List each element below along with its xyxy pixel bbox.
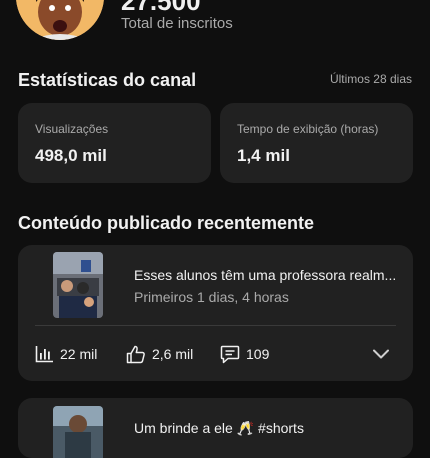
comments-metric: 109 [220, 343, 269, 365]
recent-content-title: Conteúdo publicado recentemente [18, 213, 315, 233]
subscriber-label: Total de inscritos [121, 15, 233, 32]
video-card[interactable]: Esses alunos têm uma professora realm...… [18, 245, 413, 381]
comments-count: 109 [246, 346, 270, 362]
views-metric: 22 mil [35, 343, 97, 365]
comment-icon [220, 345, 240, 364]
video-performance-subtitle: Primeiros 1 dias, 4 horas [134, 289, 289, 305]
video-card[interactable]: Um brinde a ele 🥂 #shorts [18, 398, 413, 458]
bar-chart-icon [35, 345, 54, 363]
video-thumbnail[interactable] [53, 406, 103, 458]
watch-time-stat-label: Tempo de exibição (horas) [237, 122, 379, 136]
stats-period-label: Últimos 28 dias [329, 72, 412, 86]
video-title[interactable]: Um brinde a ele 🥂 #shorts [134, 420, 398, 437]
views-stat-card[interactable]: Visualizações 498,0 mil [18, 103, 211, 183]
watch-time-stat-card[interactable]: Tempo de exibição (horas) 1,4 mil [220, 103, 413, 183]
likes-metric: 2,6 mil [126, 343, 193, 365]
stats-section-title: Estatísticas do canal [18, 70, 197, 90]
views-stat-value: 498,0 mil [35, 146, 107, 165]
video-thumbnail[interactable] [53, 252, 103, 318]
likes-count: 2,6 mil [152, 346, 194, 362]
channel-avatar[interactable] [16, 0, 104, 40]
views-count: 22 mil [60, 346, 98, 362]
thumbs-up-icon [126, 345, 146, 364]
card-divider [35, 325, 396, 326]
channel-header: 27.500 Total de inscritos [0, 0, 430, 60]
chevron-down-icon[interactable] [370, 344, 392, 364]
watch-time-stat-value: 1,4 mil [237, 146, 290, 165]
views-stat-label: Visualizações [35, 122, 109, 136]
video-title[interactable]: Esses alunos têm uma professora realm... [134, 267, 398, 283]
